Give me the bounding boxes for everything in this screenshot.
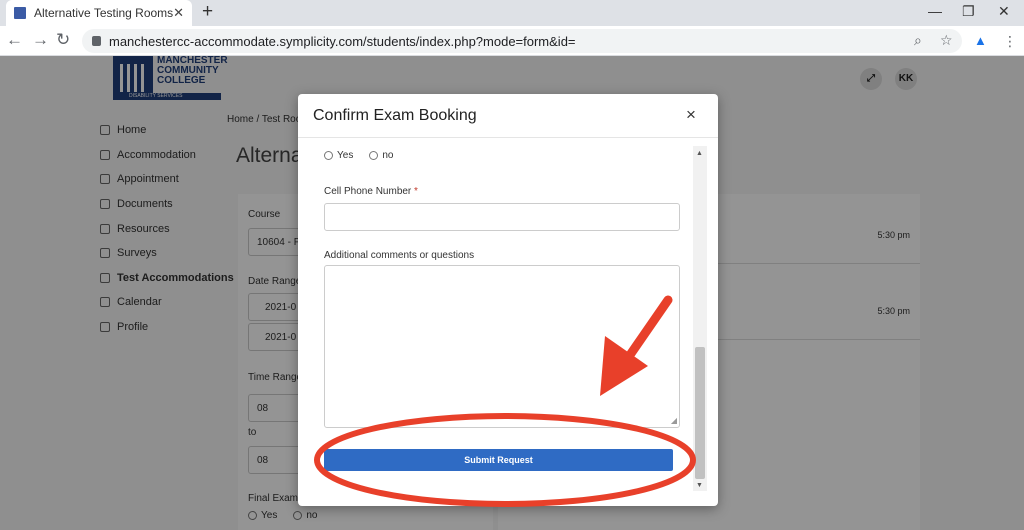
phone-label: Cell Phone Number * bbox=[324, 186, 418, 197]
dialog-header: Confirm Exam Booking × bbox=[298, 94, 718, 138]
forward-button[interactable]: → bbox=[32, 30, 49, 50]
reload-button[interactable]: ↻ bbox=[56, 30, 70, 50]
yes-radio-label: Yes bbox=[337, 150, 354, 161]
tab-title: Alternative Testing Rooms bbox=[34, 6, 174, 20]
scrollbar-thumb[interactable] bbox=[695, 347, 705, 479]
dialog-title: Confirm Exam Booking bbox=[313, 107, 477, 124]
tab-close-icon[interactable]: ✕ bbox=[173, 5, 184, 21]
comments-textarea[interactable]: ◢ bbox=[324, 265, 680, 428]
no-radio-label: no bbox=[382, 150, 394, 161]
dialog-scrollbar[interactable]: ▲ ▼ bbox=[693, 146, 707, 491]
browser-menu-icon[interactable]: ⋮ bbox=[1003, 31, 1017, 51]
resize-grip-icon[interactable]: ◢ bbox=[671, 416, 677, 425]
zoom-icon[interactable]: ⌕ bbox=[914, 32, 922, 49]
submit-request-button[interactable]: Submit Request bbox=[324, 449, 673, 471]
dialog-body: Yes no Cell Phone Number * Additional co… bbox=[298, 138, 718, 506]
comments-label: Additional comments or questions bbox=[324, 250, 475, 261]
minimize-button[interactable]: — bbox=[928, 3, 942, 19]
back-button[interactable]: ← bbox=[6, 30, 23, 50]
favicon-icon bbox=[14, 7, 26, 19]
required-marker: * bbox=[414, 186, 418, 197]
bookmark-star-icon[interactable]: ☆ bbox=[940, 32, 953, 49]
confirm-exam-booking-dialog: Confirm Exam Booking × Yes no Cell Phone… bbox=[298, 94, 718, 506]
cell-phone-input[interactable] bbox=[324, 203, 680, 231]
browser-tab[interactable]: Alternative Testing Rooms ✕ bbox=[6, 0, 192, 26]
new-tab-button[interactable]: + bbox=[202, 2, 213, 22]
scroll-down-icon[interactable]: ▼ bbox=[696, 482, 703, 489]
lock-icon bbox=[92, 36, 101, 46]
extension-icon[interactable]: ▲ bbox=[974, 33, 987, 48]
yes-radio[interactable] bbox=[324, 151, 333, 160]
dialog-close-button[interactable]: × bbox=[686, 105, 696, 125]
scroll-up-icon[interactable]: ▲ bbox=[696, 150, 703, 157]
browser-tab-bar: Alternative Testing Rooms ✕ + — ❐ ✕ bbox=[0, 0, 1024, 26]
url-text: manchestercc-accommodate.symplicity.com/… bbox=[109, 33, 576, 49]
window-close-button[interactable]: ✕ bbox=[998, 3, 1010, 20]
no-radio[interactable] bbox=[369, 151, 379, 160]
restore-button[interactable]: ❐ bbox=[962, 3, 975, 20]
address-toolbar: ← → ↻ manchestercc-accommodate.symplicit… bbox=[0, 26, 1024, 56]
url-bar[interactable]: manchestercc-accommodate.symplicity.com/… bbox=[82, 29, 962, 53]
